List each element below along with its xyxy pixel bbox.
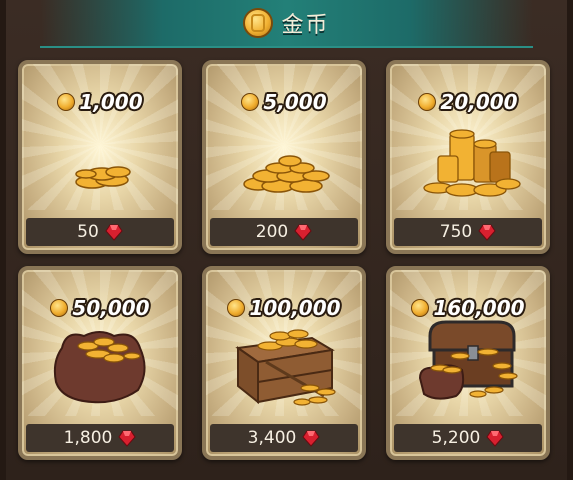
gold-coin-icon: [418, 93, 437, 111]
coin-stacks-image: [423, 129, 521, 197]
price-button[interactable]: 5,200: [394, 424, 542, 452]
shop-header: 金币: [40, 0, 533, 48]
ruby-gem-icon: [118, 430, 136, 447]
gold-coin-icon: [411, 299, 430, 317]
price-button[interactable]: 1,800: [26, 424, 174, 452]
price-label: 50: [77, 222, 99, 242]
gold-coin-icon: [227, 299, 246, 317]
coin-amount: 5,000: [263, 90, 327, 114]
coin-pack-card[interactable]: 20,000 750: [386, 60, 550, 254]
price-label: 750: [439, 222, 473, 242]
ruby-gem-icon: [294, 224, 312, 241]
price-button[interactable]: 3,400: [210, 424, 358, 452]
gold-coin-icon: [241, 93, 260, 111]
gold-coin-icon: [50, 299, 69, 317]
price-label: 5,200: [431, 428, 481, 448]
coin-pile-image: [243, 155, 330, 193]
treasure-chest-image: [418, 320, 518, 400]
page-title: 金币: [281, 13, 330, 38]
price-label: 1,800: [63, 428, 113, 448]
coin-amount: 20,000: [440, 90, 518, 114]
coin-amount: 1,000: [79, 90, 143, 114]
price-button[interactable]: 750: [394, 218, 542, 246]
coin-pack-card[interactable]: 5,000 200: [202, 60, 366, 254]
small-coin-pile-image: [75, 166, 131, 189]
gold-coin-icon: [243, 8, 274, 38]
ruby-gem-icon: [105, 224, 123, 241]
coin-crate-image: [235, 329, 336, 406]
gold-coin-icon: [57, 93, 76, 111]
coin-pack-card[interactable]: 50,000 1,800: [18, 266, 182, 460]
coin-pack-card[interactable]: 100,000 3,400: [202, 266, 366, 460]
coin-sack-image: [53, 331, 146, 404]
coin-pack-card[interactable]: 1,000 50: [18, 60, 182, 254]
price-label: 3,400: [247, 428, 297, 448]
coin-amount: 160,000: [433, 296, 525, 320]
ruby-gem-icon: [302, 430, 320, 447]
price-button[interactable]: 50: [26, 218, 174, 246]
coin-amount: 100,000: [249, 296, 341, 320]
coin-amount: 50,000: [72, 296, 150, 320]
price-button[interactable]: 200: [210, 218, 358, 246]
ruby-gem-icon: [478, 224, 496, 241]
coin-pack-card[interactable]: 160,000 5,200: [386, 266, 550, 460]
price-label: 200: [255, 222, 289, 242]
ruby-gem-icon: [486, 430, 504, 447]
